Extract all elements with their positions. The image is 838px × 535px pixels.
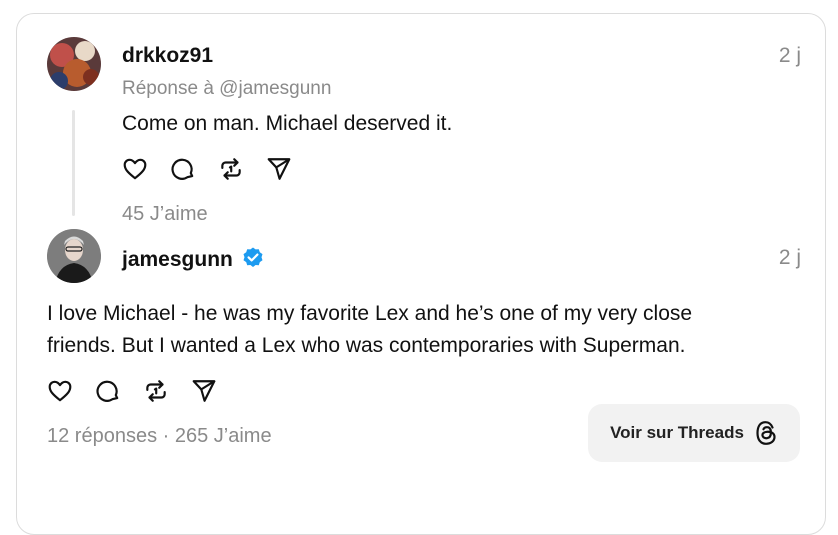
post1-likes[interactable]: 45 J’aime (122, 203, 208, 226)
threads-logo-icon (756, 421, 776, 445)
heart-icon (123, 158, 147, 180)
share-icon (192, 380, 216, 402)
repost-icon (221, 158, 241, 180)
reply-to-label[interactable]: Réponse à @jamesgunn (122, 78, 331, 100)
post-text-line-2: friends. But I wanted a Lex who was cont… (47, 334, 686, 357)
view-on-threads-button[interactable]: Voir sur Threads (588, 404, 800, 462)
repost-button[interactable] (143, 376, 191, 406)
comment-icon (171, 158, 194, 180)
post-time[interactable]: 2 j (779, 246, 801, 270)
comment-icon (96, 380, 119, 402)
threads-button-label: Voir sur Threads (610, 423, 744, 442)
repost-button[interactable] (218, 154, 266, 184)
username-drkkoz91[interactable]: drkkoz91 (122, 44, 213, 68)
comment-button[interactable] (95, 376, 143, 406)
like-button[interactable] (47, 376, 95, 406)
username-text: jamesgunn (122, 248, 233, 271)
thread-line (72, 110, 75, 216)
share-icon (267, 158, 291, 180)
post2-actions (47, 376, 239, 406)
comment-button[interactable] (170, 154, 218, 184)
avatar-drkkoz91[interactable] (47, 37, 101, 91)
post2-stats[interactable]: 12 réponses · 265 J’aime (47, 425, 272, 448)
username-jamesgunn[interactable]: jamesgunn (122, 246, 265, 272)
share-button[interactable] (266, 154, 314, 184)
like-button[interactable] (122, 154, 170, 184)
post-time[interactable]: 2 j (779, 44, 801, 68)
post-text: Come on man. Michael deserved it. (122, 112, 453, 135)
post1-actions (122, 154, 314, 184)
post-text-line-1: I love Michael - he was my favorite Lex … (47, 302, 693, 325)
verified-badge-icon (243, 247, 263, 267)
heart-icon (48, 380, 72, 402)
share-button[interactable] (191, 376, 239, 406)
repost-icon (146, 380, 166, 402)
avatar-jamesgunn[interactable] (47, 229, 101, 283)
